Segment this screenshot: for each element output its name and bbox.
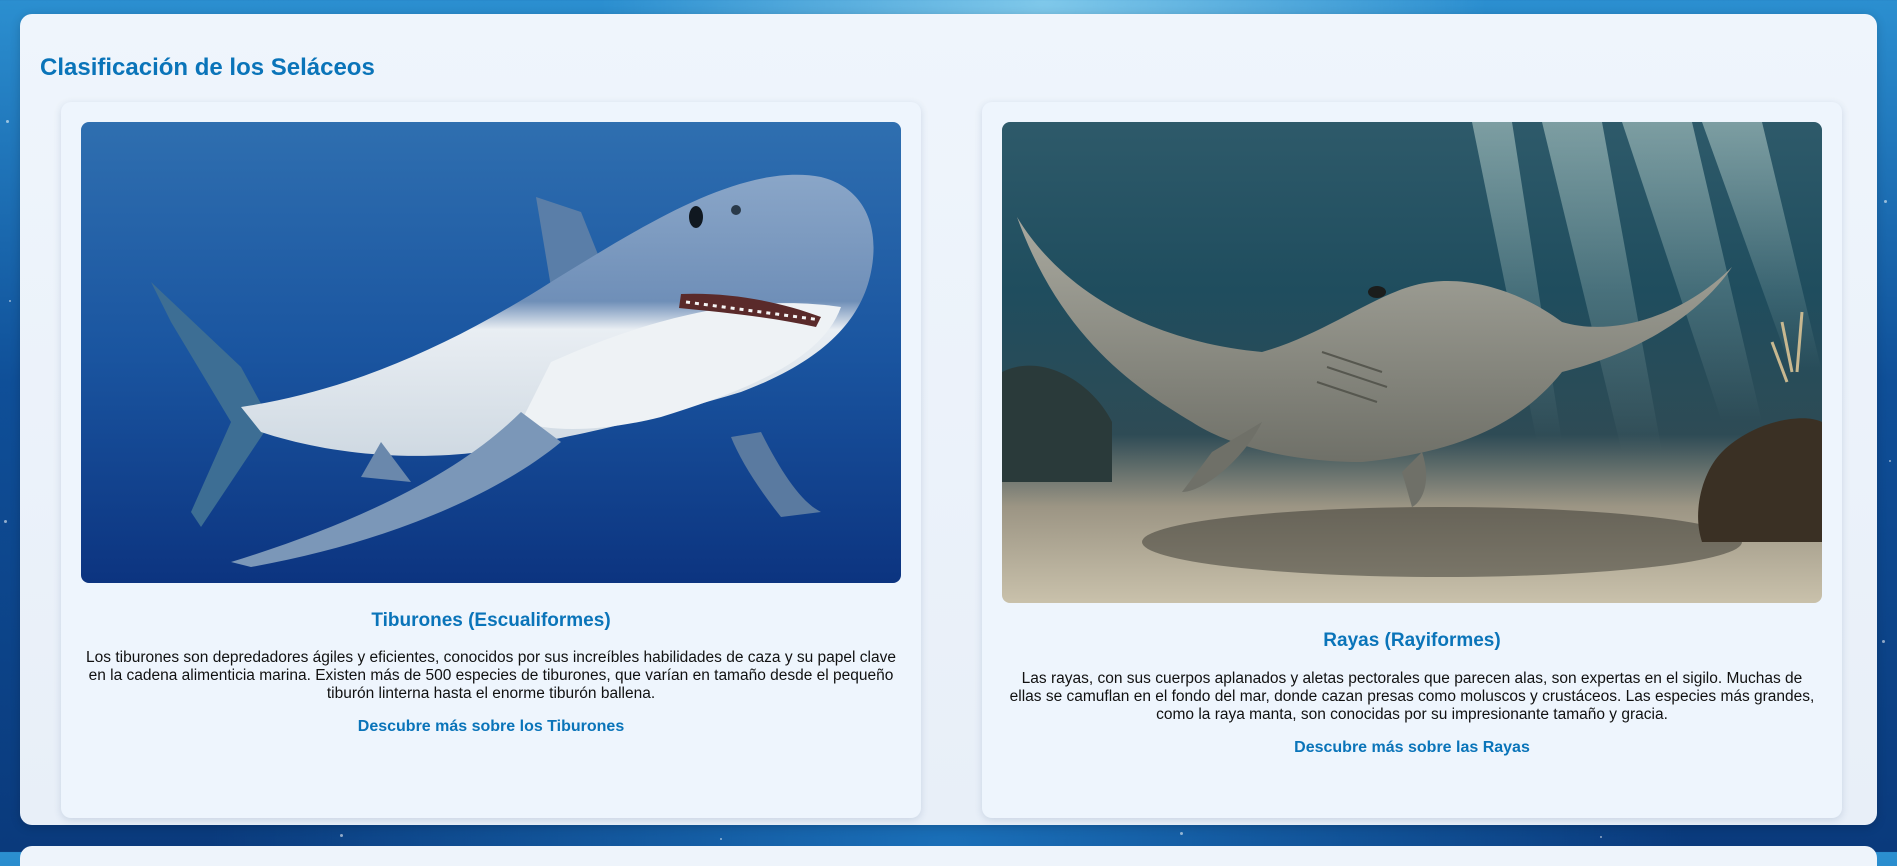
card-rays: Rayas (Rayiformes) Las rayas, con sus cu…	[982, 102, 1842, 818]
card-description-rays: Las rayas, con sus cuerpos aplanados y a…	[1009, 670, 1815, 723]
section-title: Clasificación de los Seláceos	[40, 54, 375, 81]
shark-image	[81, 122, 901, 583]
classification-section: Clasificación de los Seláceos Tiburones …	[20, 14, 1877, 825]
card-title-sharks: Tiburones (Escualiformes)	[371, 610, 611, 631]
card-title-rays: Rayas (Rayiformes)	[1323, 630, 1501, 651]
card-sharks: Tiburones (Escualiformes) Los tiburones …	[61, 102, 921, 818]
next-section-edge	[20, 846, 1877, 866]
rays-more-link[interactable]: Descubre más sobre las Rayas	[982, 739, 1842, 757]
sharks-more-link[interactable]: Descubre más sobre los Tiburones	[61, 718, 921, 736]
ray-image	[1002, 122, 1822, 603]
card-description-sharks: Los tiburones son depredadores ágiles y …	[86, 649, 896, 702]
